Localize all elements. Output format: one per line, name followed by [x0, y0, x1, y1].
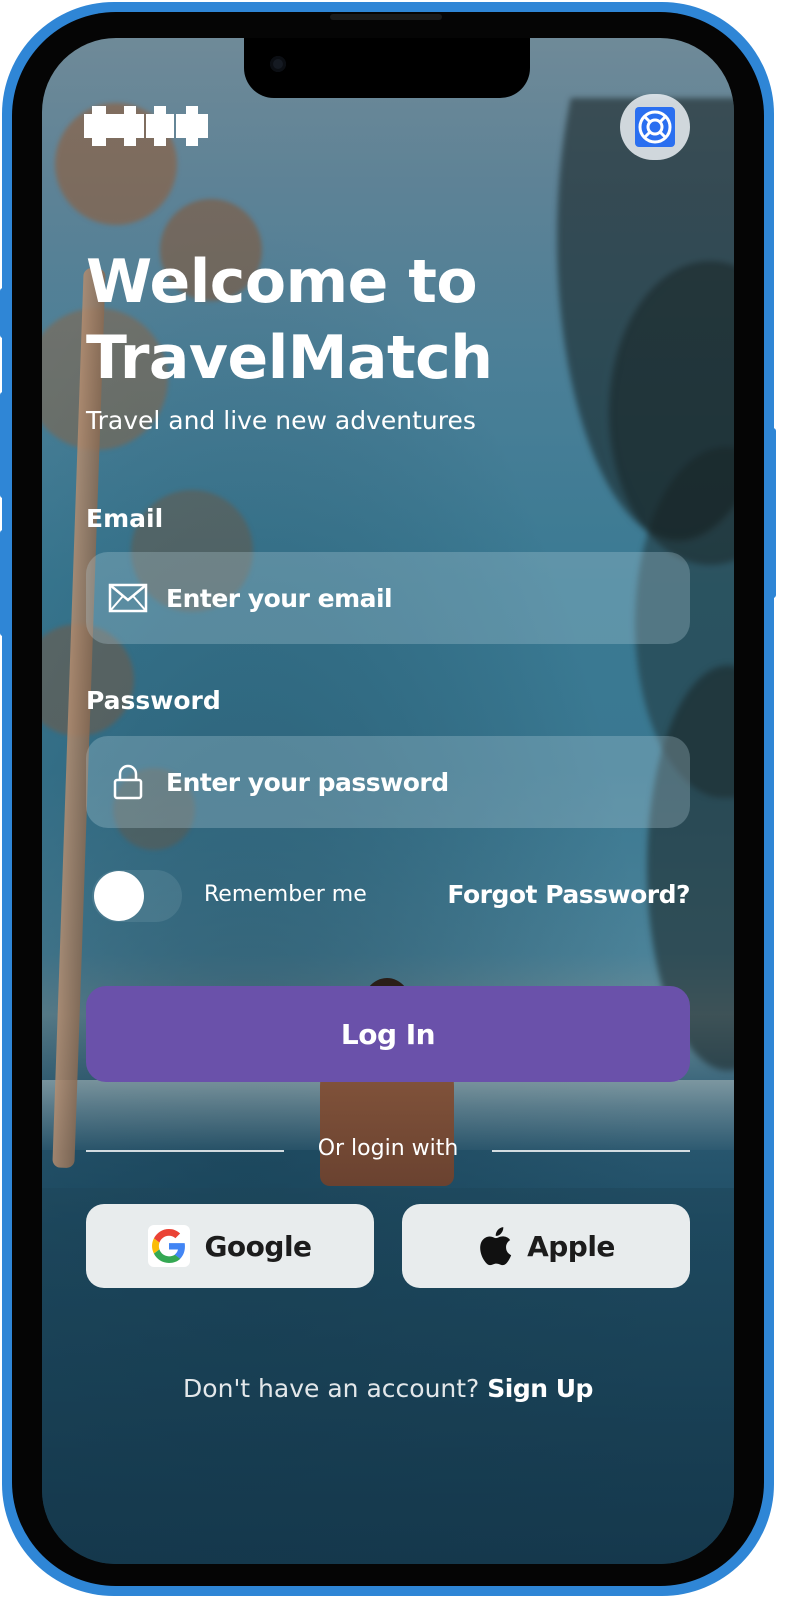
title-line-2: TravelMatch	[86, 323, 493, 393]
mail-icon	[108, 583, 148, 613]
remember-me-label: Remember me	[204, 882, 367, 907]
apple-label: Apple	[527, 1229, 615, 1263]
lock-icon	[113, 764, 143, 800]
power-button	[770, 428, 776, 598]
remember-me-toggle[interactable]	[92, 870, 182, 922]
google-label: Google	[204, 1229, 312, 1263]
email-field[interactable]	[86, 552, 690, 644]
toggle-knob	[94, 871, 144, 921]
email-label: Email	[86, 504, 164, 533]
silent-switch	[0, 288, 6, 338]
email-input[interactable]	[164, 582, 648, 614]
volume-up-button	[0, 392, 6, 498]
volume-down-button	[0, 530, 6, 636]
google-login-button[interactable]: Google	[86, 1204, 374, 1288]
support-button[interactable]	[620, 94, 690, 160]
password-field[interactable]	[86, 736, 690, 828]
travelmatch-logo-icon	[84, 106, 208, 146]
password-input[interactable]	[164, 766, 648, 798]
google-icon	[148, 1225, 191, 1267]
remember-row: Remember me Forgot Password?	[92, 868, 692, 928]
front-camera	[270, 56, 286, 72]
forgot-password-link[interactable]: Forgot Password?	[447, 880, 690, 909]
apple-login-button[interactable]: Apple	[402, 1204, 690, 1288]
page-subtitle: Travel and live new adventures	[86, 406, 476, 435]
signup-row: Don't have an account? Sign Up	[0, 1374, 776, 1403]
login-button[interactable]: Log In	[86, 986, 690, 1082]
lifebuoy-icon	[635, 107, 675, 147]
or-login-with-text: Or login with	[317, 1136, 459, 1161]
signup-prompt: Don't have an account?	[183, 1374, 480, 1403]
password-label: Password	[86, 686, 221, 715]
speaker-grille	[330, 14, 442, 20]
page-title: Welcome to TravelMatch	[86, 244, 606, 396]
notch	[244, 38, 530, 98]
apple-icon	[480, 1227, 512, 1266]
title-line-1: Welcome to	[86, 247, 478, 317]
signup-link[interactable]: Sign Up	[487, 1374, 593, 1403]
